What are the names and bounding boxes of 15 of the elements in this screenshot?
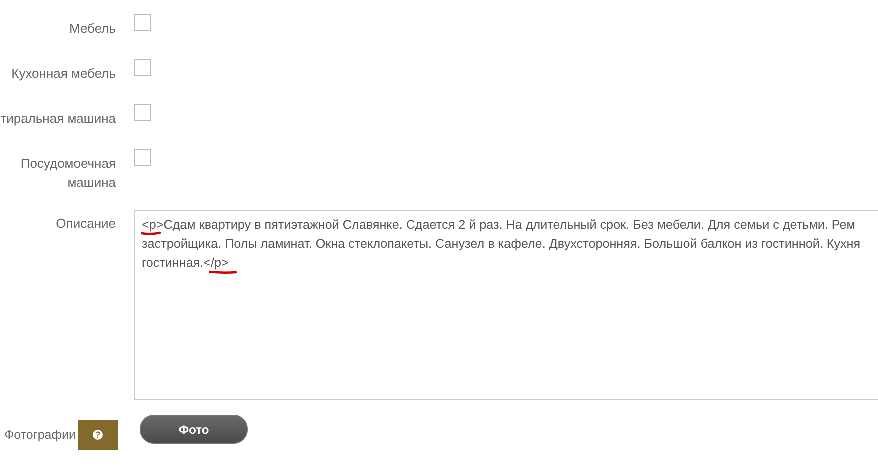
field-label: Описание [56,215,116,233]
checkbox-label: Мебель [69,20,116,38]
help-button[interactable]: ? [78,420,118,450]
checkbox[interactable] [134,14,151,31]
description-field[interactable]: <p>Сдам квартиру в пятиэтажной Славянке. Сдается 2 й раз. На длительный срок. Без мебели. Для семьи с детьми. Рем застройщика. Полы ламинат. Окна стеклопакеты. Санузел в кафеле. Двухсторонняя. Большой балкон из гостинной. Кухня гостинная.</p> [134,210,878,400]
underline-mark [141,231,161,236]
checkbox[interactable] [134,104,151,121]
checkbox[interactable] [134,149,151,166]
checkbox-label: тиральная машина [0,110,116,128]
photo-button[interactable]: Фото [140,415,248,444]
checkbox[interactable] [134,59,151,76]
field-label: Фотографии [4,428,76,442]
underline-mark [209,270,237,275]
checkbox-label: Посудомоечная машина [20,155,116,192]
checkbox-label: Кухонная мебель [12,65,116,83]
